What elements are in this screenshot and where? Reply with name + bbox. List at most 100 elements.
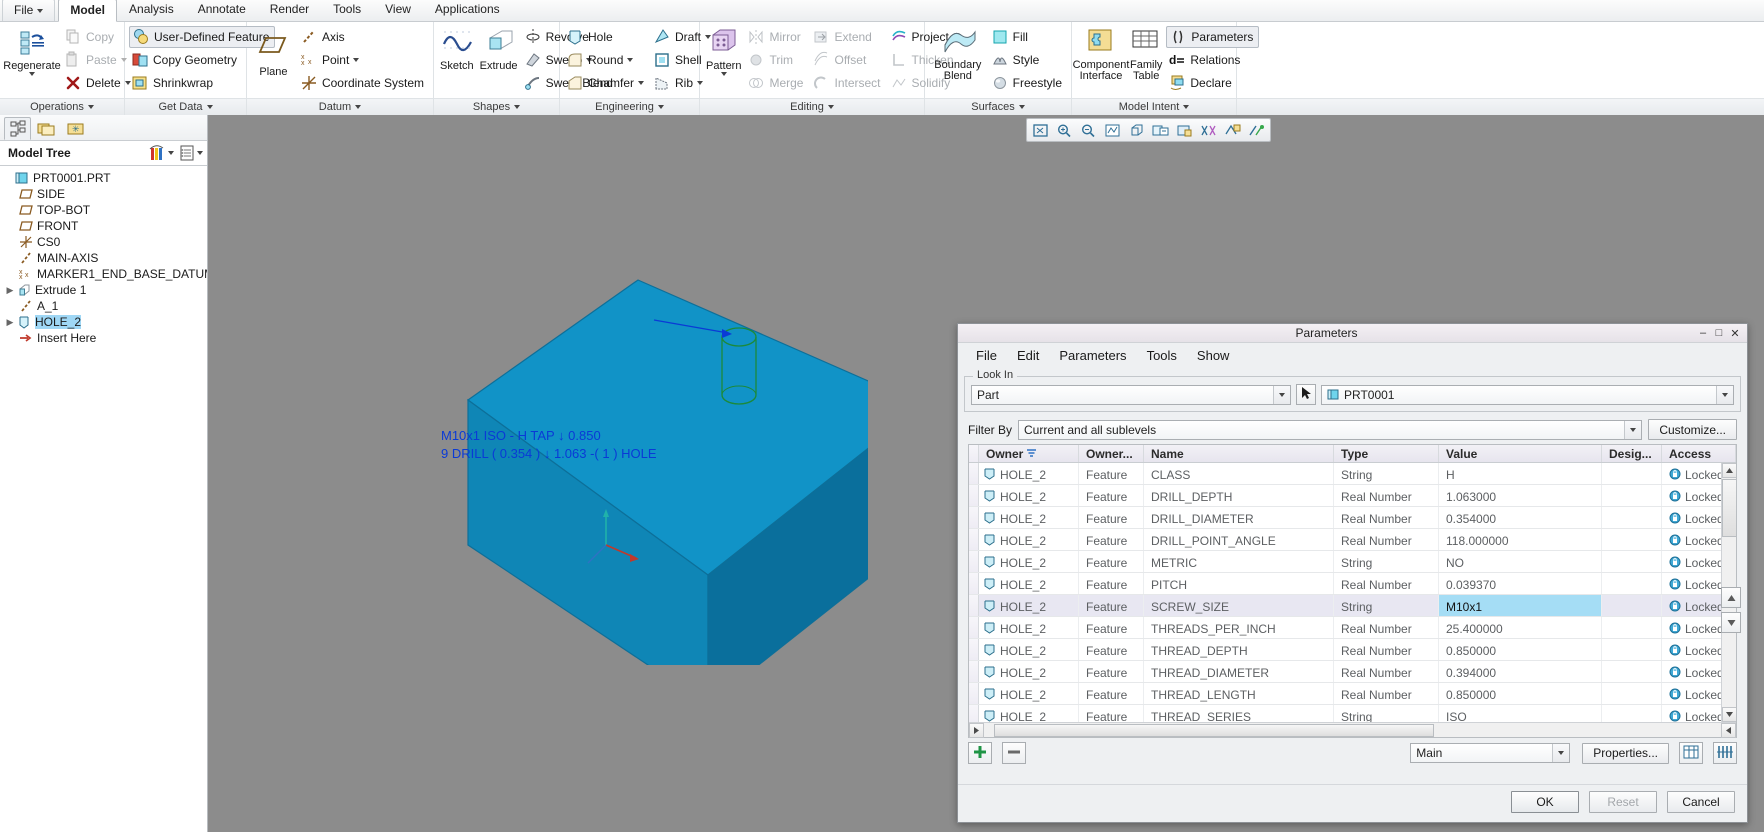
parameters-dialog[interactable]: Parameters – □ ✕ File Edit Parameters To… [957,323,1748,823]
component-interface-button[interactable]: Component Interface [1073,26,1129,82]
cell-value[interactable]: 0.039370 [1439,573,1602,594]
cell-designate[interactable] [1602,463,1662,484]
cell-designate[interactable] [1602,705,1662,722]
tab-analysis[interactable]: Analysis [117,0,186,21]
chevron-down-icon[interactable] [1552,744,1570,762]
row-handle[interactable] [969,551,979,572]
hscrollbar-thumb[interactable] [994,723,1434,737]
chevron-down-icon[interactable] [1273,385,1290,404]
favorites-tab[interactable]: ✳ [62,117,89,140]
cell-name[interactable]: DRILL_POINT_ANGLE [1144,529,1334,550]
cell-value[interactable]: 0.394000 [1439,661,1602,682]
cell-name[interactable]: METRIC [1144,551,1334,572]
minimize-button[interactable]: – [1695,326,1711,341]
datum-display-icon[interactable] [1245,120,1268,140]
scroll-left-button[interactable] [969,722,984,738]
cell-value[interactable]: 0.354000 [1439,507,1602,528]
scrollbar-thumb[interactable] [1722,479,1736,537]
expand-toggle[interactable]: ▶ [4,317,16,328]
point-button[interactable]: xx x Point [298,49,429,71]
cell-name[interactable]: THREADS_PER_INCH [1144,617,1334,638]
row-handle[interactable] [969,485,979,506]
cell-type[interactable]: String [1334,595,1439,616]
cell-value[interactable]: 25.400000 [1439,617,1602,638]
cell-type[interactable]: Real Number [1334,529,1439,550]
tree-item-insert-here[interactable]: Insert Here [0,330,207,346]
cell-owner[interactable]: HOLE_2 [979,639,1079,660]
ok-button[interactable]: OK [1511,791,1579,813]
cell-type[interactable]: String [1334,705,1439,722]
cell-designate[interactable] [1602,507,1662,528]
remove-parameter-button[interactable] [1002,742,1026,764]
cell-type[interactable]: Real Number [1334,683,1439,704]
cell-type[interactable]: String [1334,463,1439,484]
cell-designate[interactable] [1602,529,1662,550]
fill-button[interactable]: Fill [989,26,1067,48]
tab-model[interactable]: Model [58,0,118,22]
hole-note-annotation[interactable]: M10x1 ISO - H TAP ↓ 0.850 9 DRILL ( 0.35… [441,427,657,463]
chevron-down-icon[interactable] [720,72,727,76]
cell-value[interactable]: NO [1439,551,1602,572]
cell-designate[interactable] [1602,551,1662,572]
folder-browser-tab[interactable] [33,117,60,140]
tab-tools[interactable]: Tools [321,0,373,21]
hole-button[interactable]: Hole [564,26,649,48]
column-header-designate[interactable]: Desig... [1602,445,1662,462]
tab-file[interactable]: File [2,0,56,21]
chevron-down-icon[interactable] [87,105,94,109]
table-row[interactable]: HOLE_2 Feature THREAD_DIAMETER Real Number 0… [969,661,1736,683]
cell-value[interactable]: 0.850000 [1439,683,1602,704]
row-handle[interactable] [969,683,979,704]
parameter-group-combo[interactable]: Main [1410,743,1571,763]
cell-designate[interactable] [1602,661,1662,682]
dialog-title-bar[interactable]: Parameters – □ ✕ [958,324,1747,343]
tree-item-main-axis[interactable]: MAIN-AXIS [0,250,207,266]
cell-owner[interactable]: HOLE_2 [979,463,1079,484]
round-button[interactable]: Round [564,49,649,71]
sketch-button[interactable]: Sketch [438,26,476,72]
cancel-button[interactable]: Cancel [1667,791,1735,813]
row-handle[interactable] [969,595,979,616]
cell-owner[interactable]: HOLE_2 [979,683,1079,704]
table-row[interactable]: HOLE_2 Feature THREAD_DEPTH Real Number 0.85… [969,639,1736,661]
cell-name[interactable]: PITCH [1144,573,1334,594]
plane-button[interactable]: Plane [251,32,296,78]
row-handle[interactable] [969,507,979,528]
named-views-icon[interactable] [1149,120,1172,140]
menu-parameters[interactable]: Parameters [1049,345,1136,366]
cell-name[interactable]: SCREW_SIZE [1144,595,1334,616]
chevron-down-icon[interactable] [168,151,174,155]
table-row[interactable]: HOLE_2 Feature METRIC String NO Locked [969,551,1736,573]
chevron-down-icon[interactable] [514,105,521,109]
menu-show[interactable]: Show [1187,345,1240,366]
axis-button[interactable]: Axis [298,26,429,48]
tree-settings-button[interactable] [178,144,203,162]
chevron-down-icon[interactable] [355,105,362,109]
cell-value[interactable]: 1.063000 [1439,485,1602,506]
coordinate-system-button[interactable]: Coordinate System [298,72,429,94]
freestyle-button[interactable]: Freestyle [989,72,1067,94]
view-manager-icon[interactable] [1173,120,1196,140]
column-header-name[interactable]: Name [1144,445,1334,462]
regenerate-button[interactable]: Regenerate [3,26,61,76]
properties-button[interactable]: Properties... [1582,742,1669,764]
table-row[interactable]: HOLE_2 Feature THREAD_SERIES String ISO Locke… [969,705,1736,722]
chevron-down-icon[interactable] [638,81,645,85]
row-handle[interactable] [969,661,979,682]
cell-value[interactable]: M10x1 [1439,595,1602,616]
sort-button[interactable] [1713,742,1737,764]
scroll-right-button[interactable] [1721,722,1736,738]
chevron-down-icon[interactable] [1018,105,1025,109]
table-horizontal-scrollbar[interactable] [969,722,1736,738]
cell-name[interactable]: CLASS [1144,463,1334,484]
chevron-down-icon[interactable] [1624,420,1642,439]
cell-owner[interactable]: HOLE_2 [979,507,1079,528]
add-parameter-button[interactable] [968,742,992,764]
chevron-down-icon[interactable] [827,105,834,109]
scroll-down-button[interactable] [1722,707,1736,722]
cell-owner[interactable]: HOLE_2 [979,595,1079,616]
chevron-down-icon[interactable] [1716,385,1733,404]
table-row[interactable]: HOLE_2 Feature CLASS String H Locked [969,463,1736,485]
tree-item-extrude-1[interactable]: ▶ Extrude 1 [0,282,207,298]
table-row[interactable]: HOLE_2 Feature DRILL_DIAMETER Real Number 0.… [969,507,1736,529]
